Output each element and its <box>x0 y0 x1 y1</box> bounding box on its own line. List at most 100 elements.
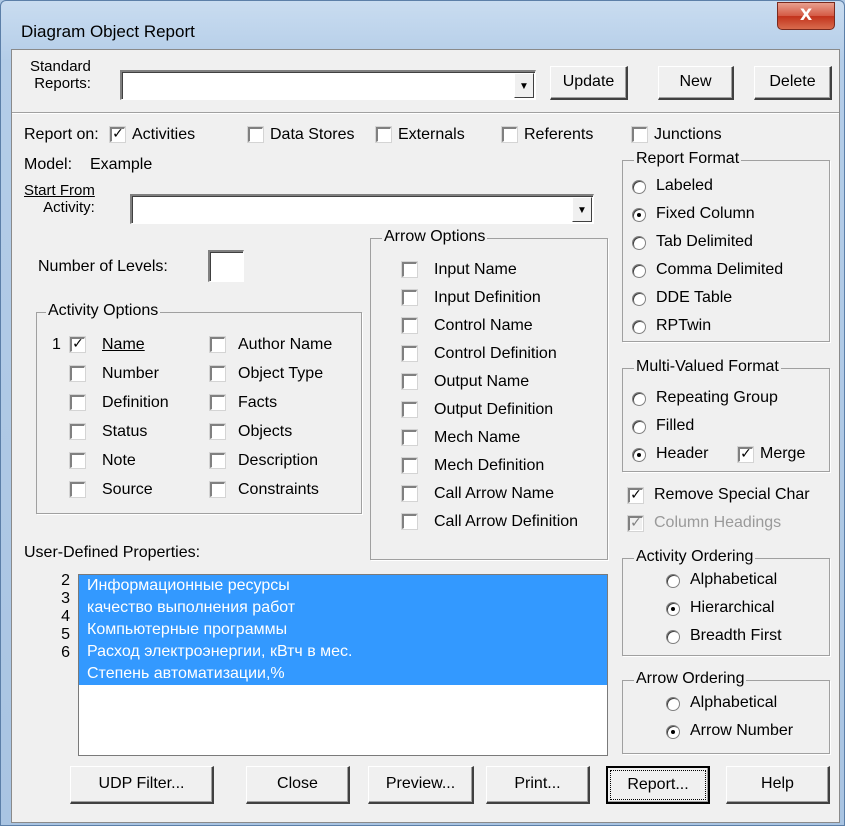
start-from-activity-combo[interactable]: ▼ <box>130 194 594 224</box>
activity-name-label: Name <box>102 336 145 353</box>
start-from-label: Start From Activity: <box>24 182 95 216</box>
call-arrow-definition-checkbox[interactable] <box>401 513 418 530</box>
fixed-column-radio[interactable] <box>632 208 646 222</box>
author-name-checkbox[interactable] <box>209 336 226 353</box>
objects-checkbox[interactable] <box>209 423 226 440</box>
chevron-down-icon[interactable]: ▼ <box>514 73 534 98</box>
print-button[interactable]: Print... <box>486 766 590 804</box>
report-on-junctions-label: Junctions <box>654 126 722 143</box>
udp-listbox[interactable]: Информационные ресурсы качество выполнен… <box>78 574 608 756</box>
activity-breadth-first-radio[interactable] <box>666 630 680 644</box>
control-definition-checkbox[interactable] <box>401 345 418 362</box>
labeled-radio[interactable] <box>632 180 646 194</box>
output-name-label: Output Name <box>434 373 530 390</box>
remove-special-char-label: Remove Special Char <box>654 486 810 503</box>
repeating-group-label: Repeating Group <box>656 389 778 406</box>
input-definition-checkbox[interactable] <box>401 289 418 306</box>
arrow-alphabetical-radio[interactable] <box>666 697 680 711</box>
report-on-data-stores-checkbox[interactable] <box>247 126 264 143</box>
labeled-label: Labeled <box>656 177 713 194</box>
report-on-referents-checkbox[interactable] <box>501 126 518 143</box>
new-button[interactable]: New <box>658 66 734 100</box>
report-button[interactable]: Report... <box>606 766 710 804</box>
report-on-externals-checkbox[interactable] <box>375 126 392 143</box>
header-label: Header <box>656 445 709 462</box>
report-format-group <box>622 160 830 342</box>
activity-note-label: Note <box>102 452 136 469</box>
start-from-label-line1: Start From <box>24 182 95 199</box>
report-on-activities-label: Activities <box>132 126 196 143</box>
dialog-body: Standard Reports: ▼ Update New Delete Re… <box>11 49 840 823</box>
comma-delimited-label: Comma Delimited <box>656 261 784 278</box>
input-definition-label: Input Definition <box>434 289 541 306</box>
constraints-checkbox[interactable] <box>209 481 226 498</box>
arrow-ordering-group <box>622 680 830 754</box>
report-on-junctions-checkbox[interactable] <box>631 126 648 143</box>
object-type-checkbox[interactable] <box>209 365 226 382</box>
activity-name-checkbox[interactable]: ✓ <box>69 336 86 353</box>
arrow-number-label: Arrow Number <box>690 722 794 739</box>
model-value: Example <box>90 156 153 173</box>
call-arrow-definition-label: Call Arrow Definition <box>434 513 579 530</box>
call-arrow-name-checkbox[interactable] <box>401 485 418 502</box>
activity-source-checkbox[interactable] <box>69 481 86 498</box>
preview-button[interactable]: Preview... <box>368 766 474 804</box>
udp-filter-button[interactable]: UDP Filter... <box>70 766 214 804</box>
filled-radio[interactable] <box>632 420 646 434</box>
report-on-activities-checkbox[interactable]: ✓ <box>109 126 126 143</box>
close-button[interactable]: Close <box>246 766 350 804</box>
number-of-levels-input[interactable] <box>208 250 244 282</box>
activity-note-checkbox[interactable] <box>69 452 86 469</box>
activity-hierarchical-radio[interactable] <box>666 602 680 616</box>
number-of-levels-label: Number of Levels: <box>38 258 168 275</box>
dde-table-radio[interactable] <box>632 292 646 306</box>
repeating-group-radio[interactable] <box>632 392 646 406</box>
merge-checkbox[interactable]: ✓ <box>737 446 754 463</box>
standard-reports-label: Standard Reports: <box>30 58 91 92</box>
tab-delimited-radio[interactable] <box>632 236 646 250</box>
help-button[interactable]: Help <box>726 766 830 804</box>
header-radio[interactable] <box>632 448 646 462</box>
mech-definition-checkbox[interactable] <box>401 457 418 474</box>
chevron-down-icon[interactable]: ▼ <box>572 197 592 222</box>
output-definition-label: Output Definition <box>434 401 554 418</box>
udp-number: 2 <box>61 572 70 589</box>
start-from-label-line2: Activity: <box>43 199 95 216</box>
activity-options-title: Activity Options <box>46 302 161 320</box>
list-item[interactable]: Информационные ресурсы <box>79 575 607 597</box>
standard-reports-label-line2: Reports: <box>34 75 91 92</box>
tab-delimited-label: Tab Delimited <box>656 233 753 250</box>
output-definition-checkbox[interactable] <box>401 401 418 418</box>
udp-number: 5 <box>61 626 70 643</box>
control-name-checkbox[interactable] <box>401 317 418 334</box>
dialog-window: Diagram Object Report X Standard Reports… <box>0 0 845 826</box>
description-label: Description <box>238 452 319 469</box>
activity-status-checkbox[interactable] <box>69 423 86 440</box>
update-button[interactable]: Update <box>550 66 628 100</box>
list-item[interactable]: Расход электроэнергии, кВтч в мес. <box>79 641 607 663</box>
rptwin-radio[interactable] <box>632 320 646 334</box>
activity-alphabetical-radio[interactable] <box>666 574 680 588</box>
output-name-checkbox[interactable] <box>401 373 418 390</box>
title-bar[interactable]: Diagram Object Report X <box>1 1 844 41</box>
close-window-button[interactable]: X <box>777 2 835 30</box>
input-name-checkbox[interactable] <box>401 261 418 278</box>
activity-definition-checkbox[interactable] <box>69 394 86 411</box>
activity-ordering-title: Activity Ordering <box>634 548 756 566</box>
list-item[interactable]: Степень автоматизации,% <box>79 663 607 685</box>
mech-definition-label: Mech Definition <box>434 457 545 474</box>
column-headings-checkbox: ✓ <box>627 515 644 532</box>
description-checkbox[interactable] <box>209 452 226 469</box>
standard-reports-combo[interactable]: ▼ <box>120 70 536 100</box>
facts-checkbox[interactable] <box>209 394 226 411</box>
mech-name-checkbox[interactable] <box>401 429 418 446</box>
delete-button[interactable]: Delete <box>754 66 832 100</box>
arrow-number-radio[interactable] <box>666 725 680 739</box>
activity-number-checkbox[interactable] <box>69 365 86 382</box>
list-item[interactable]: качество выполнения работ <box>79 597 607 619</box>
column-headings-label: Column Headings <box>654 514 782 531</box>
report-format-title: Report Format <box>634 150 742 168</box>
list-item[interactable]: Компьютерные программы <box>79 619 607 641</box>
comma-delimited-radio[interactable] <box>632 264 646 278</box>
remove-special-char-checkbox[interactable]: ✓ <box>627 487 644 504</box>
